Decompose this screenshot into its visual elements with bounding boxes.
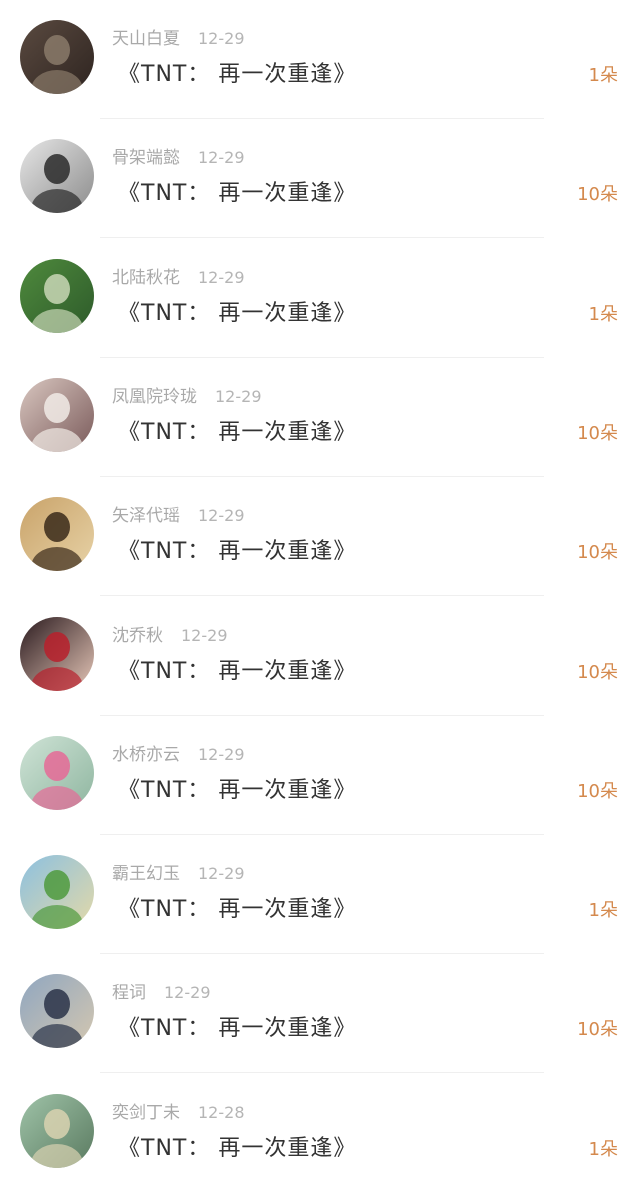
avatar[interactable]	[20, 855, 94, 930]
user-meta: 矢泽代瑶 12-29	[112, 503, 245, 529]
avatar[interactable]	[20, 20, 94, 94]
user-name[interactable]: 骨架端懿	[112, 148, 180, 168]
avatar-red-portrait-icon	[20, 616, 94, 691]
avatar[interactable]	[20, 377, 94, 452]
flower-count: 1朵	[588, 65, 618, 86]
user-name[interactable]: 北陆秋花	[112, 268, 180, 288]
user-meta: 北陆秋花 12-29	[112, 265, 245, 291]
flower-count: 10朵	[577, 1019, 618, 1041]
user-name[interactable]: 矢泽代瑶	[112, 506, 180, 526]
user-meta: 水桥亦云 12-29	[112, 742, 245, 768]
user-meta: 天山白夏 12-29	[112, 26, 245, 52]
avatar-city-portrait-icon	[20, 974, 94, 1049]
user-name[interactable]: 水桥亦云	[112, 745, 180, 765]
flower-count: 10朵	[577, 661, 618, 683]
user-name[interactable]: 霸王幻玉	[112, 864, 180, 884]
list-item[interactable]: 凤凰院玲珑 12-29 《TNT： 再一次重逢》 10朵	[0, 358, 640, 477]
gift-date: 12-29	[198, 744, 245, 764]
user-name[interactable]: 天山白夏	[112, 29, 180, 49]
avatar[interactable]	[20, 139, 94, 214]
gift-date: 12-29	[181, 625, 228, 645]
list-item[interactable]: 沈乔秋 12-29 《TNT： 再一次重逢》 10朵	[0, 597, 640, 716]
gift-date: 12-29	[198, 506, 245, 526]
work-title: 《TNT： 再一次重逢》	[118, 181, 357, 207]
avatar-light-portrait-icon	[20, 377, 94, 452]
user-name[interactable]: 凤凰院玲珑	[112, 387, 197, 407]
work-title: 《TNT： 再一次重逢》	[118, 777, 357, 803]
avatar-landscape-tree-icon	[20, 855, 94, 930]
avatar-bw-portrait-icon	[20, 139, 94, 214]
work-title: 《TNT： 再一次重逢》	[118, 658, 357, 684]
avatar[interactable]	[20, 1093, 94, 1168]
gift-date: 12-29	[164, 983, 211, 1003]
avatar-classroom-icon	[20, 1093, 94, 1168]
flower-count: 10朵	[577, 422, 618, 444]
gift-date: 12-29	[198, 864, 245, 884]
list-item[interactable]: 矢泽代瑶 12-29 《TNT： 再一次重逢》 10朵	[0, 477, 640, 597]
avatar[interactable]	[20, 616, 94, 691]
avatar-flower-icon	[20, 735, 94, 810]
flower-count: 1朵	[588, 900, 618, 922]
work-title: 《TNT： 再一次重逢》	[118, 300, 357, 326]
gift-date: 12-29	[215, 386, 262, 406]
flower-count: 1朵	[588, 1138, 618, 1160]
avatar[interactable]	[20, 258, 94, 333]
user-meta: 程词 12-29	[112, 980, 211, 1006]
user-meta: 骨架端懿 12-29	[112, 145, 245, 171]
work-title: 《TNT： 再一次重逢》	[118, 1135, 357, 1161]
gift-date: 12-29	[198, 29, 245, 48]
gift-date: 12-29	[198, 148, 245, 168]
user-name[interactable]: 沈乔秋	[112, 626, 163, 646]
list-item[interactable]: 天山白夏 12-29 《TNT： 再一次重逢》 1朵	[0, 0, 640, 119]
avatar-green-field-icon	[20, 258, 94, 333]
work-title: 《TNT： 再一次重逢》	[118, 1016, 357, 1042]
user-meta: 奕剑丁未 12-28	[112, 1100, 245, 1126]
user-name[interactable]: 奕剑丁未	[112, 1103, 180, 1123]
user-meta: 沈乔秋 12-29	[112, 623, 228, 649]
user-meta: 霸王幻玉 12-29	[112, 861, 245, 887]
user-meta: 凤凰院玲珑 12-29	[112, 384, 262, 410]
avatar[interactable]	[20, 974, 94, 1049]
list-item[interactable]: 水桥亦云 12-29 《TNT： 再一次重逢》 10朵	[0, 716, 640, 835]
gift-list: 天山白夏 12-29 《TNT： 再一次重逢》 1朵 骨架端懿 12-29 《TNT： 再一…	[0, 0, 640, 1189]
flower-count: 10朵	[577, 780, 618, 802]
work-title: 《TNT： 再一次重逢》	[118, 897, 357, 923]
flower-count: 1朵	[588, 303, 618, 325]
avatar-warm-portrait-icon	[20, 497, 94, 572]
list-item[interactable]: 北陆秋花 12-29 《TNT： 再一次重逢》 1朵	[0, 239, 640, 358]
avatar[interactable]	[20, 735, 94, 810]
list-item[interactable]: 骨架端懿 12-29 《TNT： 再一次重逢》 10朵	[0, 119, 640, 239]
list-item[interactable]: 霸王幻玉 12-29 《TNT： 再一次重逢》 1朵	[0, 835, 640, 955]
work-title: 《TNT： 再一次重逢》	[118, 62, 357, 87]
gift-date: 12-29	[198, 267, 245, 287]
list-item[interactable]: 程词 12-29 《TNT： 再一次重逢》 10朵	[0, 954, 640, 1074]
gift-date: 12-28	[198, 1102, 245, 1122]
list-item[interactable]: 奕剑丁未 12-28 《TNT： 再一次重逢》 1朵	[0, 1074, 640, 1193]
flower-count: 10朵	[577, 184, 618, 206]
work-title: 《TNT： 再一次重逢》	[118, 419, 357, 445]
user-name[interactable]: 程词	[112, 983, 146, 1003]
flower-count: 10朵	[577, 542, 618, 564]
avatar[interactable]	[20, 497, 94, 572]
avatar-dark-portrait-icon	[20, 20, 94, 94]
work-title: 《TNT： 再一次重逢》	[118, 539, 357, 565]
